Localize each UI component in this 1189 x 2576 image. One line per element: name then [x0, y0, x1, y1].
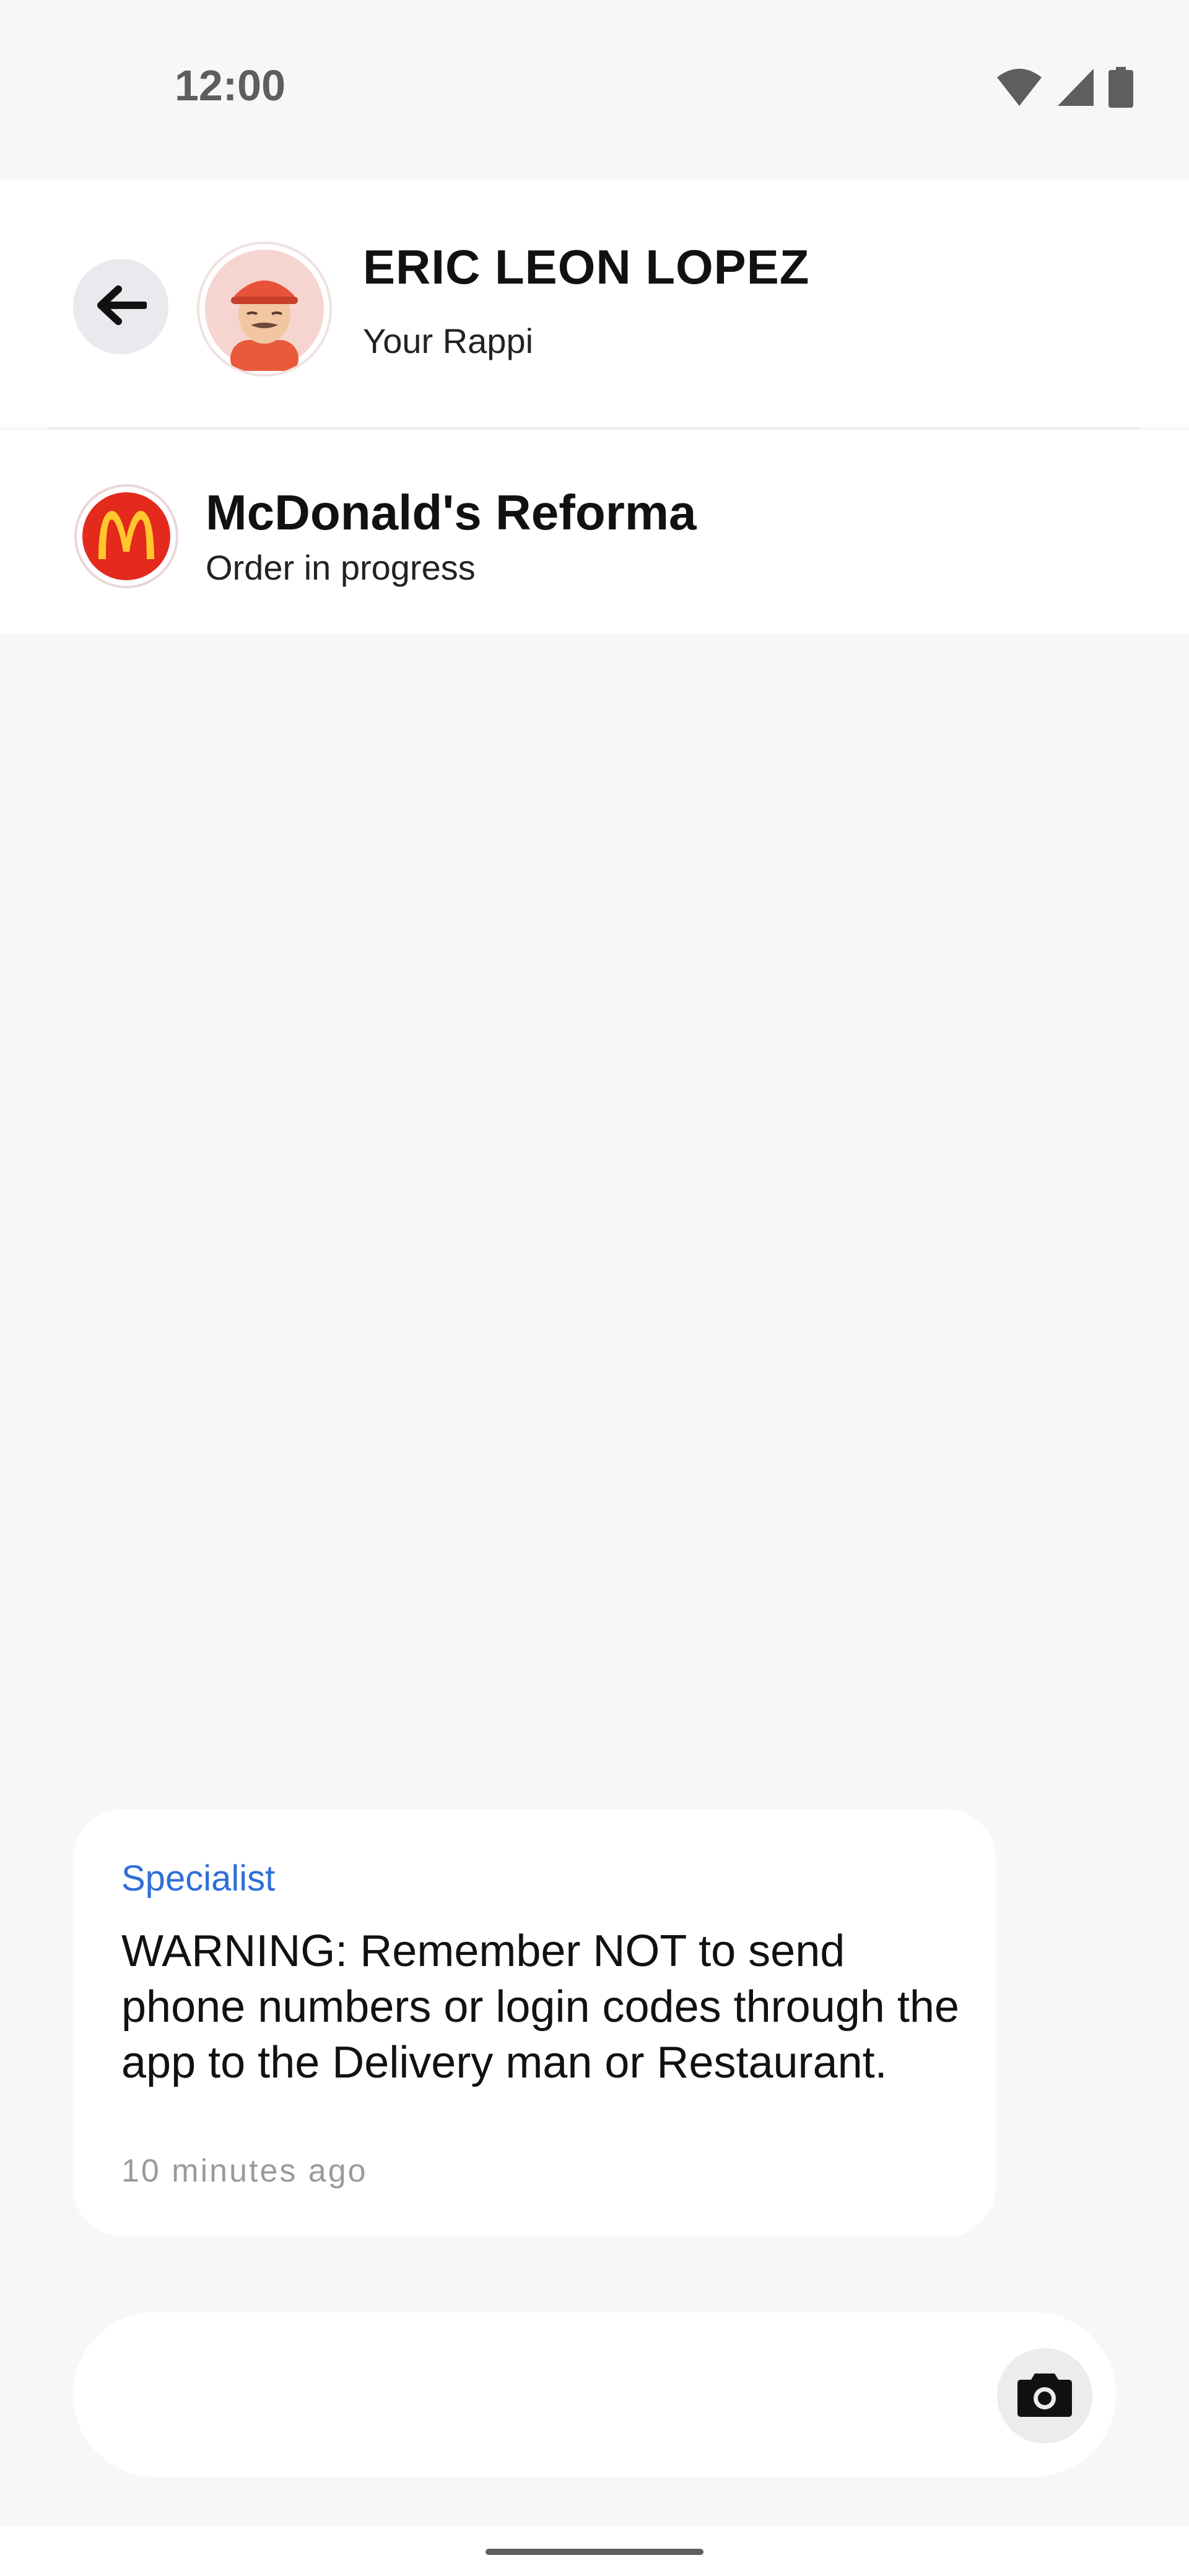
courier-avatar-icon	[205, 250, 324, 371]
back-arrow-icon	[95, 285, 148, 328]
camera-icon	[1016, 2371, 1073, 2421]
mcdonalds-logo-icon	[77, 487, 176, 586]
order-status: Order in progress	[206, 548, 476, 587]
message-text: WARNING: Remember NOT to send phone numb…	[121, 1926, 959, 2087]
battery-icon	[1108, 67, 1133, 108]
wifi-icon	[996, 67, 1043, 107]
status-time: 12:00	[175, 61, 286, 110]
message-input[interactable]	[73, 2312, 1116, 2477]
back-button[interactable]	[73, 259, 168, 354]
message-bubble: Specialist WARNING: Remember NOT to send…	[73, 1809, 996, 2237]
camera-button[interactable]	[997, 2348, 1092, 2443]
signal-icon	[1056, 67, 1095, 107]
home-handle[interactable]	[486, 2549, 703, 2555]
message-sender: Specialist	[121, 1858, 276, 1899]
status-bar: 12:00	[0, 0, 1189, 180]
store-row[interactable]: McDonald's Reforma Order in progress	[0, 430, 1189, 634]
store-name: McDonald's Reforma	[206, 485, 697, 540]
courier-avatar[interactable]	[199, 244, 329, 374]
chat-header: ERIC LEON LOPEZ Your Rappi	[0, 180, 1189, 430]
status-icons	[996, 67, 1133, 108]
courier-name: ERIC LEON LOPEZ	[363, 240, 810, 294]
courier-role: Your Rappi	[363, 321, 534, 360]
message-timestamp: 10 minutes ago	[121, 2153, 368, 2189]
